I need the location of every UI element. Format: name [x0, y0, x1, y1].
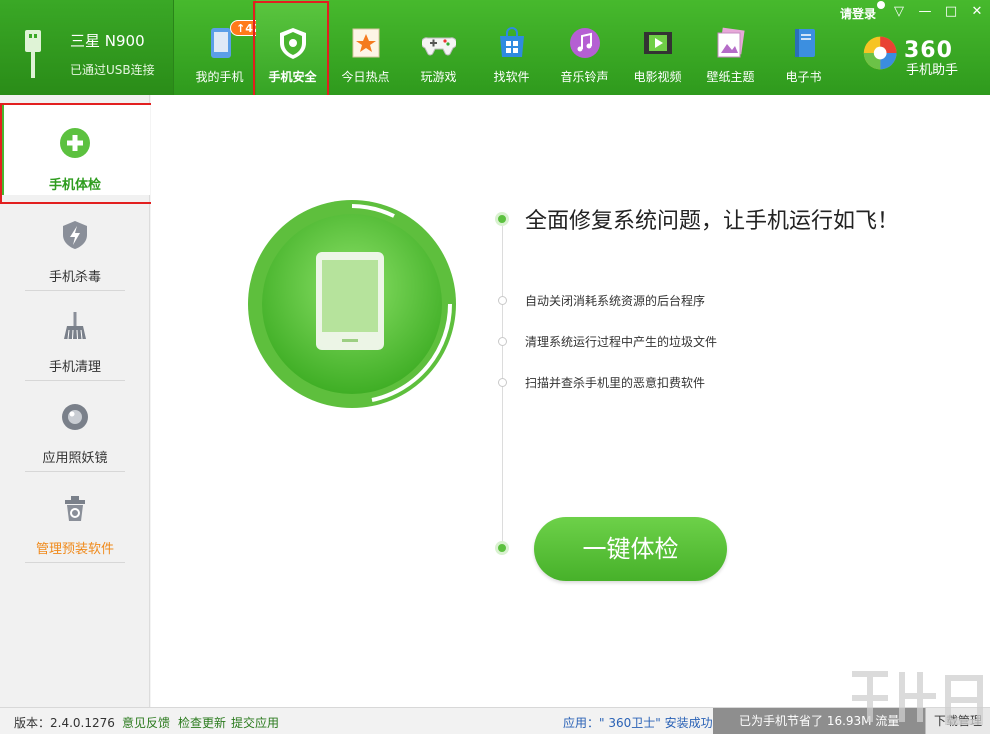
ebook-icon	[795, 29, 815, 57]
feature-bullet: 自动关闭消耗系统资源的后台程序	[525, 294, 706, 308]
sidebar-item-antivirus[interactable]: 手机杀毒	[0, 203, 150, 293]
sidebar-divider	[25, 562, 125, 563]
feature-bullet: 扫描并查杀手机里的恶意扣费软件	[525, 376, 706, 390]
plus-icon	[60, 128, 90, 158]
nav-wallpaper[interactable]: 壁纸主题	[694, 0, 767, 95]
film-icon	[644, 32, 672, 54]
nav-label: 音乐铃声	[560, 70, 609, 84]
nav-label: 我的手机	[195, 70, 244, 84]
lens-icon	[62, 404, 88, 430]
nav-video[interactable]: 电影视频	[621, 0, 694, 95]
sidebar-item-label: 手机体检	[48, 178, 101, 193]
wallpaper-icon	[717, 27, 745, 58]
nav-find-software[interactable]: 找软件	[475, 0, 548, 95]
phone-checkup-graphic	[248, 200, 456, 408]
sidebar-item-app-mirror[interactable]: 应用照妖镜	[0, 384, 150, 474]
timeline-dot	[495, 541, 509, 555]
traffic-saved-label: 已为手机节省了 16.93M 流量	[713, 708, 925, 734]
bullet-dot	[498, 378, 507, 387]
submit-app-link[interactable]: 提交应用	[231, 714, 279, 731]
sidebar-item-preinstalled[interactable]: 管理预装软件	[0, 475, 150, 565]
headline: 全面修复系统问题，让手机运行如飞！	[525, 209, 900, 234]
shield-icon	[280, 28, 306, 59]
minimize-icon[interactable]: —	[916, 3, 934, 21]
nav-hot-news[interactable]: 今日热点	[329, 0, 402, 95]
bullet-dot	[498, 296, 507, 305]
nav-label: 电影视频	[633, 70, 682, 84]
device-status: 已通过USB连接	[70, 63, 155, 77]
check-update-link[interactable]: 检查更新	[178, 714, 226, 731]
nav-label: 壁纸主题	[706, 70, 755, 84]
nav-ebook[interactable]: 电子书	[767, 0, 840, 95]
notification-dot	[877, 1, 885, 9]
menu-icon[interactable]: ▽	[890, 3, 908, 21]
one-click-checkup-button[interactable]: 一键体检	[534, 517, 727, 581]
hot-news-icon	[352, 28, 380, 58]
nav-games[interactable]: 玩游戏	[402, 0, 475, 95]
device-name: 三星 N900	[70, 32, 145, 50]
close-icon[interactable]: ✕	[968, 3, 986, 21]
top-bar: 三星 N900 已通过USB连接 ↑42 我的手机 手机安全 今日热点 玩游戏	[0, 0, 990, 95]
sidebar-item-checkup[interactable]: 手机体检	[0, 105, 150, 195]
nav-my-phone[interactable]: ↑42 我的手机	[183, 0, 267, 95]
sidebar-item-label: 手机杀毒	[48, 270, 101, 285]
sidebar-item-cleanup[interactable]: 手机清理	[0, 293, 150, 383]
sidebar-divider	[25, 380, 125, 381]
nav-label: 玩游戏	[420, 70, 457, 84]
sidebar-divider	[25, 471, 125, 472]
device-panel[interactable]: 三星 N900 已通过USB连接	[0, 0, 174, 95]
nav-label: 找软件	[493, 70, 530, 84]
nav-label: 今日热点	[341, 70, 390, 84]
feedback-link[interactable]: 意见反馈	[122, 714, 170, 731]
login-link[interactable]: 请登录	[840, 5, 876, 22]
sidebar-item-label: 管理预装软件	[35, 542, 114, 557]
shield-bolt-icon	[63, 221, 87, 249]
version-label: 版本：2.4.0.1276	[14, 716, 115, 730]
sidebar: 手机体检 手机杀毒 手机清理 应用照妖镜 管理预装软件	[0, 95, 150, 707]
nav-music[interactable]: 音乐铃声	[548, 0, 621, 95]
trash-box-icon	[65, 496, 85, 521]
sidebar-item-label: 应用照妖镜	[42, 451, 108, 466]
nav-label: 手机安全	[268, 70, 317, 84]
maximize-icon[interactable]: □	[942, 3, 960, 21]
broom-icon	[64, 312, 86, 340]
feature-bullet: 清理系统运行过程中产生的垃圾文件	[525, 335, 718, 349]
logo-subtitle: 手机助手	[906, 63, 959, 78]
360-logo-icon	[863, 36, 897, 70]
app-store-icon	[500, 27, 524, 57]
nav-phone-security[interactable]: 手机安全	[256, 0, 329, 95]
status-bar: 版本：2.4.0.1276 意见反馈 检查更新 提交应用 应用：" 360卫士"…	[0, 707, 990, 734]
bullet-dot	[498, 337, 507, 346]
sidebar-divider	[25, 290, 125, 291]
music-icon	[570, 28, 600, 58]
install-status: 应用：" 360卫士" 安装成功	[563, 716, 713, 730]
gamepad-icon	[422, 37, 456, 56]
sidebar-item-label: 手机清理	[48, 360, 101, 375]
timeline-dot	[495, 212, 509, 226]
download-manager-button[interactable]: 下载管理	[925, 708, 990, 734]
nav-label: 电子书	[785, 70, 822, 84]
usb-cable-icon	[25, 30, 41, 78]
